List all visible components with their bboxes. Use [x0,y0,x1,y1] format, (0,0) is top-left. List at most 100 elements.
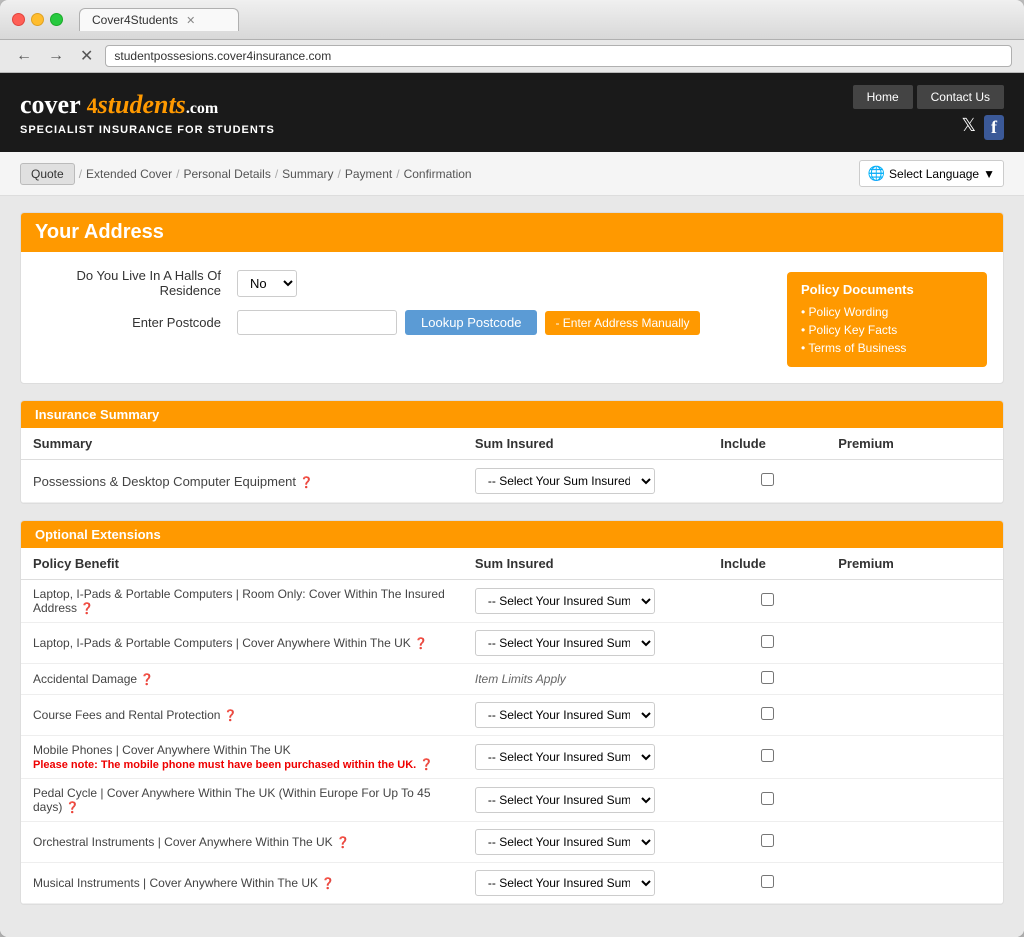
page-content: cover 4students.com SPECIALIST INSURANCE… [0,73,1024,937]
laptop-room-checkbox[interactable] [761,593,774,606]
enter-address-manually-button[interactable]: - Enter Address Manually [545,311,699,335]
optional-extensions-table: Policy Benefit Sum Insured Include Premi… [21,548,1003,904]
pedal-cycle-sum-select[interactable]: -- Select Your Insured Sum -- [475,787,655,813]
possessions-sum-select[interactable]: -- Select Your Sum Insured -- [475,468,655,494]
mobile-phones-note: Please note: The mobile phone must have … [33,759,416,771]
mobile-phones-premium-cell [826,736,1003,779]
halls-select[interactable]: No Yes [237,270,297,297]
course-fees-checkbox[interactable] [761,707,774,720]
course-fees-label: Course Fees and Rental Protection ❓ [21,695,463,736]
lang-label: Select Language [889,167,979,181]
musical-checkbox[interactable] [761,875,774,888]
course-fees-info-icon[interactable]: ❓ [224,710,238,722]
laptop-uk-label: Laptop, I-Pads & Portable Computers | Co… [21,623,463,664]
language-selector[interactable]: 🌐 Select Language ▼ [859,160,1004,187]
postcode-control: Lookup Postcode - Enter Address Manually [237,310,700,335]
laptop-room-info-icon[interactable]: ❓ [80,603,94,615]
pedal-cycle-premium-cell [826,779,1003,822]
laptop-uk-info-icon[interactable]: ❓ [414,638,428,650]
orchestral-label: Orchestral Instruments | Cover Anywhere … [21,822,463,863]
table-row: Course Fees and Rental Protection ❓ -- S… [21,695,1003,736]
laptop-uk-include-cell [708,623,826,664]
course-fees-premium-cell [826,695,1003,736]
close-window-btn[interactable] [12,13,25,26]
possessions-info-icon[interactable]: ❓ [300,477,314,489]
pedal-cycle-checkbox[interactable] [761,792,774,805]
insurance-summary-label: Insurance Summary [35,407,159,422]
musical-sum-select[interactable]: -- Select Your Insured Sum -- [475,870,655,896]
breadcrumb-personal-details[interactable]: Personal Details [183,167,270,181]
course-fees-sum-cell: -- Select Your Insured Sum -- [463,695,709,736]
laptop-uk-checkbox[interactable] [761,635,774,648]
maximize-window-btn[interactable] [50,13,63,26]
mobile-phones-info-icon[interactable]: ❓ [420,759,434,771]
tab-title: Cover4Students [92,13,178,27]
postcode-input[interactable] [237,310,397,335]
mobile-phones-checkbox[interactable] [761,749,774,762]
postcode-label: Enter Postcode [37,315,237,330]
breadcrumb-extended-cover[interactable]: Extended Cover [86,167,172,181]
breadcrumb-summary[interactable]: Summary [282,167,333,181]
browser-tab[interactable]: Cover4Students ✕ [79,8,239,31]
breadcrumb: Quote / Extended Cover / Personal Detail… [20,163,472,185]
musical-info-icon[interactable]: ❓ [321,878,335,890]
insurance-summary-header: Insurance Summary [21,401,1003,428]
tab-close-btn[interactable]: ✕ [186,14,195,27]
possessions-include-checkbox[interactable] [761,473,774,486]
pedal-cycle-info-icon[interactable]: ❓ [66,802,80,814]
facebook-icon[interactable]: f [984,115,1004,140]
header-nav: Home Contact Us [853,85,1004,109]
orchestral-info-icon[interactable]: ❓ [336,837,350,849]
breadcrumb-nav: Quote / Extended Cover / Personal Detail… [0,152,1024,196]
accidental-damage-include-cell [708,664,826,695]
halls-control: No Yes [237,270,297,297]
policy-docs-box: Policy Documents Policy Wording Policy K… [787,272,987,367]
mobile-phones-sum-select[interactable]: -- Select Your Insured Sum -- [475,744,655,770]
close-tab-button[interactable]: ✕ [76,44,97,68]
lookup-postcode-button[interactable]: Lookup Postcode [405,310,537,335]
optional-extensions-label: Optional Extensions [35,527,161,542]
table-row: Accidental Damage ❓ Item Limits Apply [21,664,1003,695]
logo-four: 4 [87,93,98,118]
accidental-damage-label: Accidental Damage ❓ [21,664,463,695]
mobile-phones-label: Mobile Phones | Cover Anywhere Within Th… [21,736,463,779]
home-button[interactable]: Home [853,85,913,109]
forward-button[interactable]: → [44,45,68,67]
twitter-icon[interactable]: 𝕏 [961,115,976,140]
insurance-summary-table: Summary Sum Insured Include Premium Poss… [21,428,1003,503]
accidental-damage-checkbox[interactable] [761,671,774,684]
table-row: Orchestral Instruments | Cover Anywhere … [21,822,1003,863]
accidental-damage-premium-cell [826,664,1003,695]
logo-students: students [98,90,186,119]
item-limits-text: Item Limits Apply [475,672,566,686]
address-bar-row: ← → ✕ [0,40,1024,73]
orchestral-checkbox[interactable] [761,834,774,847]
globe-icon: 🌐 [868,165,885,182]
breadcrumb-payment[interactable]: Payment [345,167,392,181]
laptop-room-sum-select[interactable]: -- Select Your Insured Sum -- [475,588,655,614]
optional-extensions-header: Optional Extensions [21,521,1003,548]
contact-button[interactable]: Contact Us [917,85,1004,109]
breadcrumb-quote[interactable]: Quote [20,163,75,185]
url-bar[interactable] [105,45,1012,67]
policy-key-facts-link[interactable]: Policy Key Facts [801,321,973,339]
pedal-cycle-include-cell [708,779,826,822]
accidental-damage-info-icon[interactable]: ❓ [140,674,154,686]
policy-wording-link[interactable]: Policy Wording [801,303,973,321]
possessions-include-cell [708,460,826,503]
insurance-table-header-row: Summary Sum Insured Include Premium [21,428,1003,460]
course-fees-sum-select[interactable]: -- Select Your Insured Sum -- [475,702,655,728]
pedal-cycle-label: Pedal Cycle | Cover Anywhere Within The … [21,779,463,822]
table-row: Laptop, I-Pads & Portable Computers | Ro… [21,580,1003,623]
laptop-uk-sum-select[interactable]: -- Select Your Insured Sum -- [475,630,655,656]
laptop-room-sum-cell: -- Select Your Insured Sum -- [463,580,709,623]
minimize-window-btn[interactable] [31,13,44,26]
terms-of-business-link[interactable]: Terms of Business [801,339,973,357]
breadcrumb-confirmation[interactable]: Confirmation [404,167,472,181]
orchestral-sum-select[interactable]: -- Select Your Insured Sum -- [475,829,655,855]
logo-cover: cover [20,90,87,119]
opt-col-premium-header: Premium [826,548,1003,580]
table-row: Possessions & Desktop Computer Equipment… [21,460,1003,503]
back-button[interactable]: ← [12,45,36,67]
laptop-room-include-cell [708,580,826,623]
